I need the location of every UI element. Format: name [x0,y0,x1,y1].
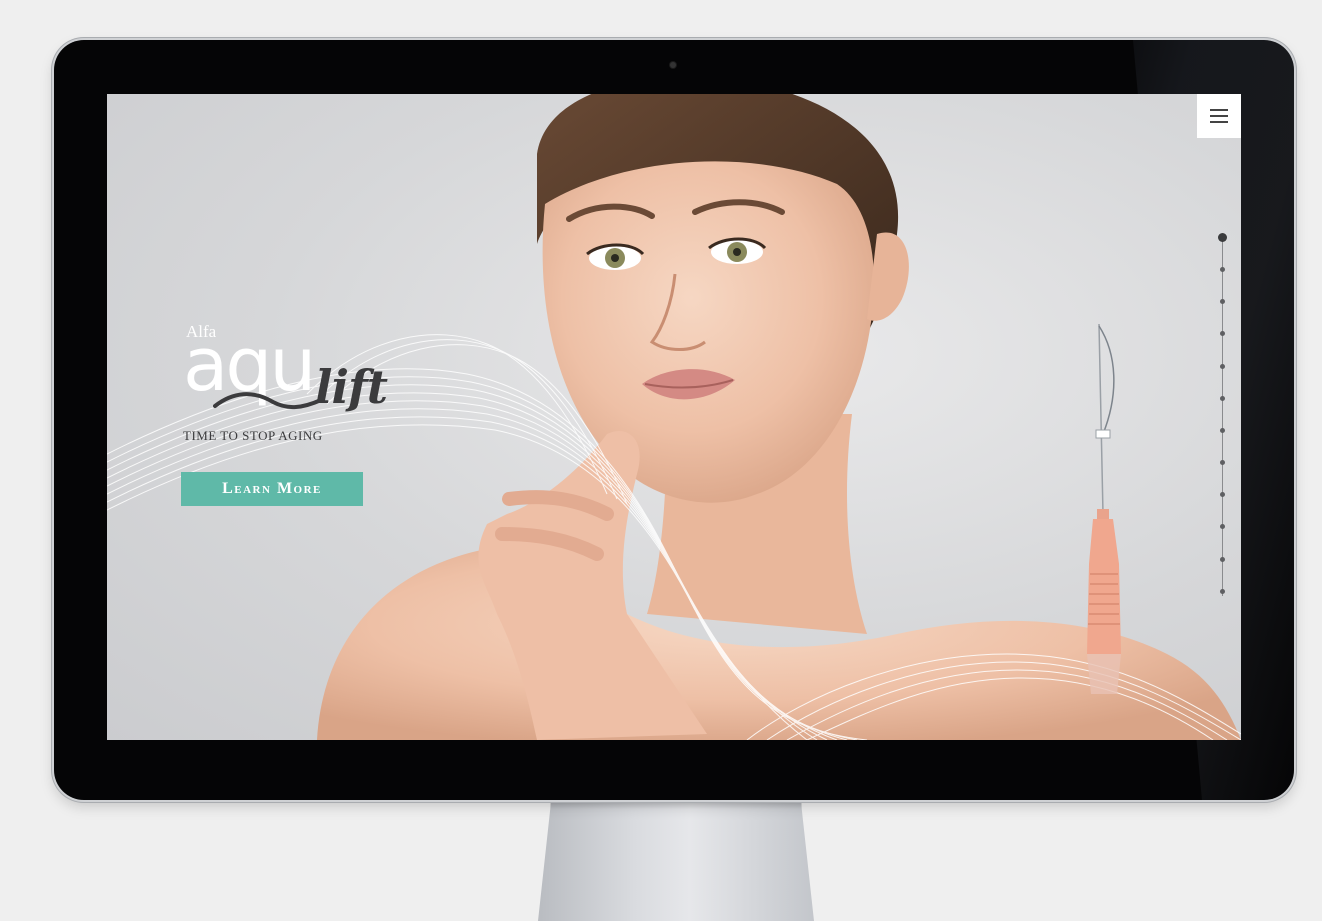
brand-swoosh-icon [213,392,323,409]
section-pagination [1208,230,1238,600]
monitor-frame: Alfa aqu lift TIME TO STOP AGING Learn M… [54,40,1294,800]
webcam-icon [670,62,676,68]
pagination-dot[interactable] [1218,233,1227,242]
learn-more-button[interactable]: Learn More [181,472,363,506]
pagination-dot[interactable] [1220,364,1225,369]
hamburger-menu-icon-bar [1210,115,1228,117]
pagination-dot[interactable] [1220,267,1225,272]
pagination-dot[interactable] [1220,524,1225,529]
pagination-dot[interactable] [1220,557,1225,562]
monitor-stand [538,795,814,921]
hamburger-menu-icon [1210,109,1228,111]
pagination-line [1222,236,1223,596]
brand-logo: Alfa aqu lift TIME TO STOP AGING [183,322,423,452]
pagination-dot[interactable] [1220,396,1225,401]
pagination-dot[interactable] [1220,428,1225,433]
website-screen: Alfa aqu lift TIME TO STOP AGING Learn M… [107,94,1241,740]
pagination-dot[interactable] [1220,331,1225,336]
thread-device-illustration [1087,323,1121,694]
pagination-dot[interactable] [1220,299,1225,304]
brand-script: lift [315,360,388,414]
hamburger-menu-icon-bar [1210,121,1228,123]
pagination-dot[interactable] [1220,492,1225,497]
pagination-dot[interactable] [1220,460,1225,465]
pagination-dot[interactable] [1220,589,1225,594]
hamburger-menu-button[interactable] [1197,94,1241,138]
tagline: TIME TO STOP AGING [183,428,323,443]
